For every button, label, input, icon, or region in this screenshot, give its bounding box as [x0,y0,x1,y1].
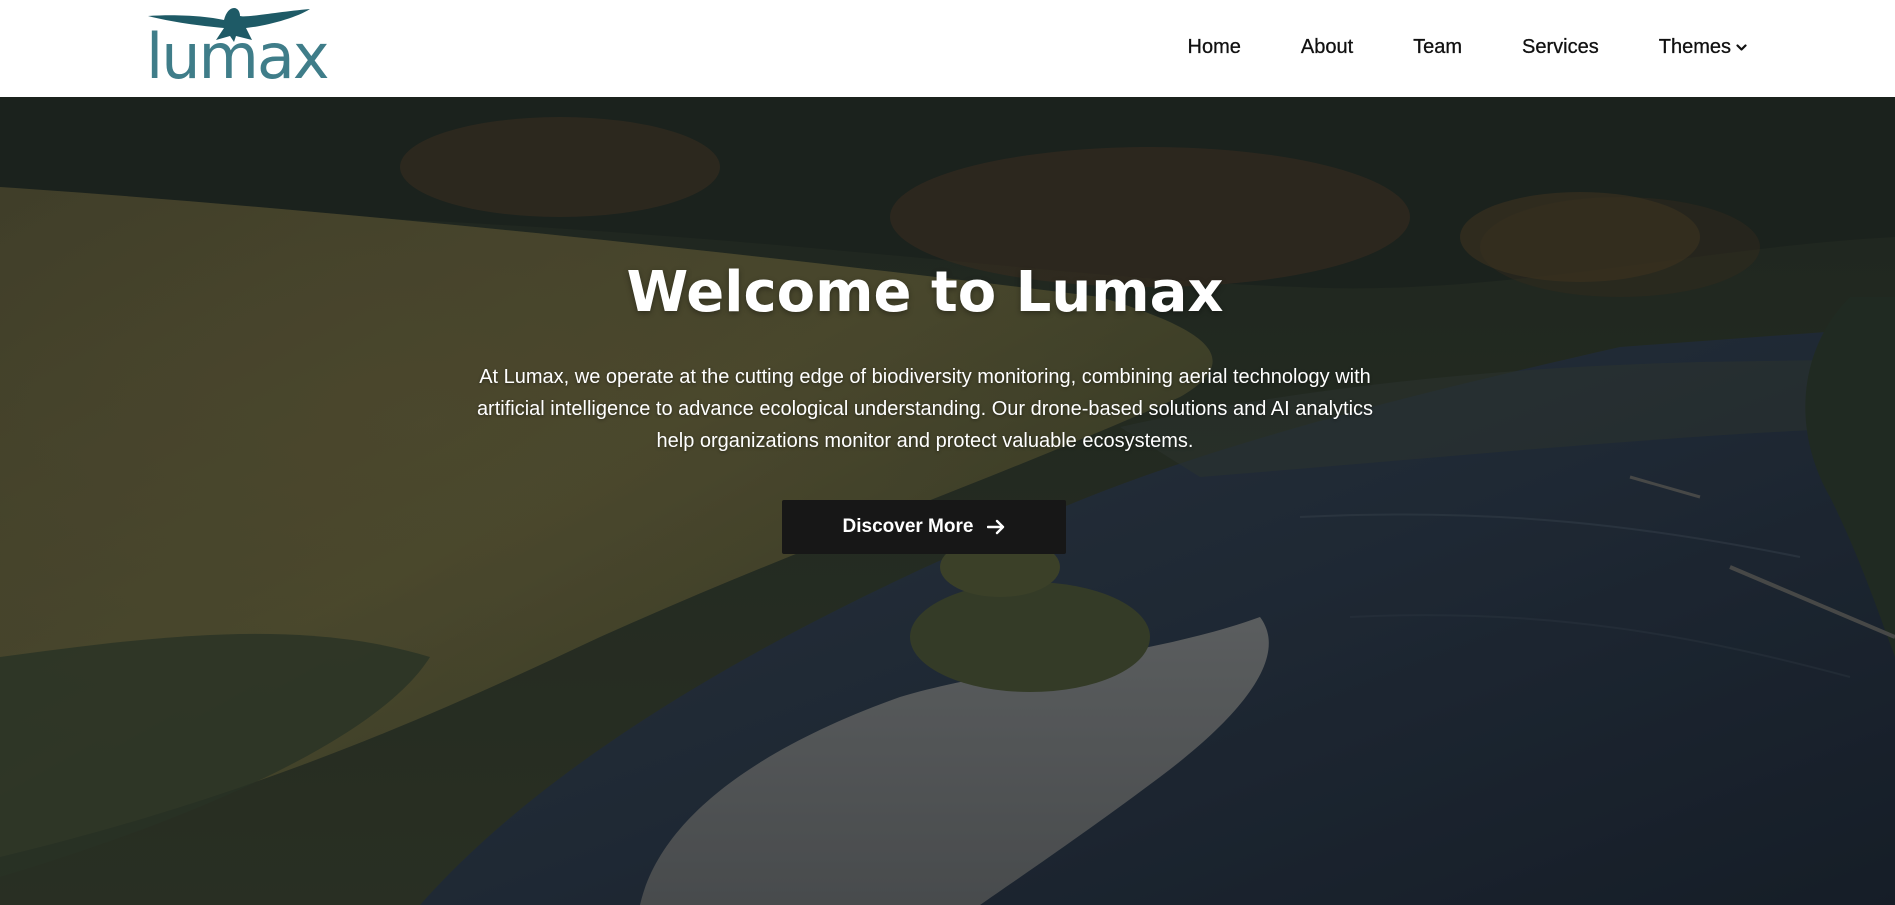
logo-wordmark: lumax [146,20,330,93]
hero-section: Welcome to Lumax At Lumax, we operate at… [0,97,1895,905]
nav-themes-label: Themes [1658,35,1732,58]
nav-themes-dropdown[interactable]: Themes [1658,35,1747,59]
site-header: lumax Home About Team Services Themes [0,0,1895,97]
nav-home-label: Home [1187,35,1241,58]
discover-more-label: Discover More [842,516,974,537]
nav-services-link[interactable]: Services [1522,35,1599,59]
nav-team-label: Team [1413,35,1463,58]
nav-about-link[interactable]: About [1300,35,1354,59]
main-nav: Home About Team Services Themes [1187,0,1747,94]
nav-about-label: About [1300,35,1354,58]
discover-more-button[interactable]: Discover More [782,500,1066,554]
hero-description: At Lumax, we operate at the cutting edge… [476,366,1374,452]
arrow-right-icon [987,519,1005,535]
nav-team-link[interactable]: Team [1413,35,1463,59]
nav-services-label: Services [1522,35,1599,58]
hero-title: Welcome to Lumax [626,260,1224,325]
chevron-down-icon [1736,43,1747,51]
nav-home-link[interactable]: Home [1187,35,1241,59]
lumax-logo[interactable]: lumax [146,6,330,92]
